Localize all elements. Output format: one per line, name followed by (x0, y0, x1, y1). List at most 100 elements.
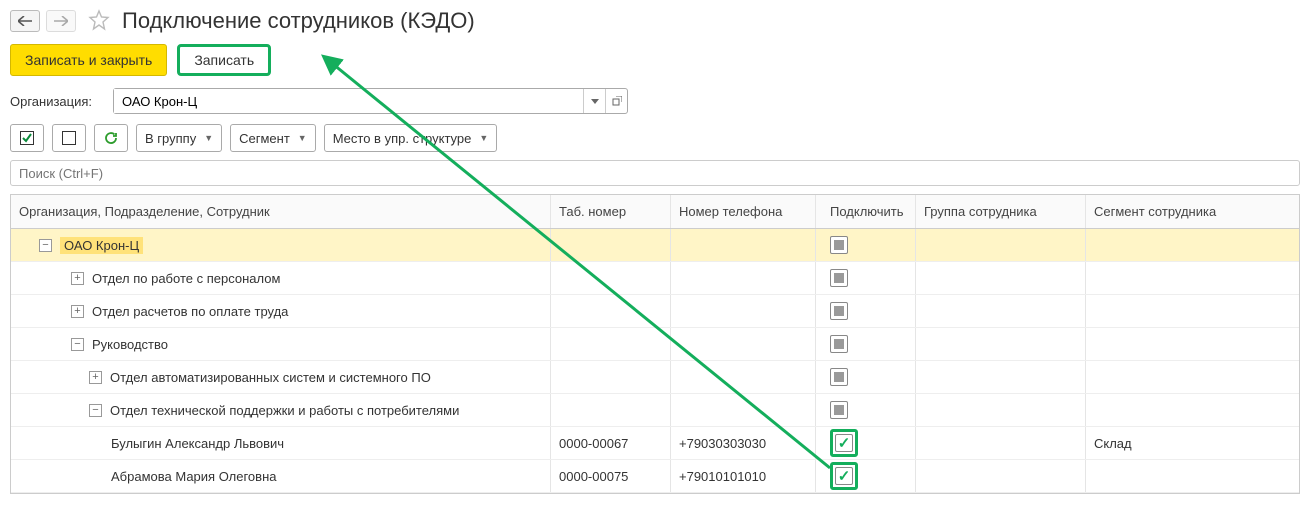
highlight-box: ✓ (830, 462, 858, 490)
row-name: Руководство (92, 337, 168, 352)
group-cell (916, 427, 1086, 459)
favorite-star-icon[interactable] (88, 9, 110, 34)
search-input[interactable] (10, 160, 1300, 186)
connect-checkbox[interactable] (830, 401, 848, 419)
org-open-button[interactable] (605, 89, 627, 113)
col-header-group[interactable]: Группа сотрудника (916, 195, 1086, 228)
org-label: Организация: (10, 94, 105, 109)
col-header-phone[interactable]: Номер телефона (671, 195, 816, 228)
page-title: Подключение сотрудников (КЭДО) (122, 8, 475, 34)
save-and-close-button[interactable]: Записать и закрыть (10, 44, 167, 76)
deselect-all-button[interactable] (52, 124, 86, 152)
phone-cell (671, 394, 816, 426)
grid-row[interactable]: Абрамова Мария Олеговна 0000-00075+790101… (11, 460, 1299, 493)
tree-cell: + Отдел автоматизированных систем и систе… (11, 361, 551, 393)
select-all-button[interactable] (10, 124, 44, 152)
grid-row[interactable]: −Руководство (11, 328, 1299, 361)
connect-cell (816, 262, 916, 294)
connect-cell (816, 229, 916, 261)
tab-number-cell (551, 394, 671, 426)
tree-cell: −Руководство (11, 328, 551, 360)
tab-number-cell (551, 295, 671, 327)
chevron-down-icon: ▼ (479, 133, 488, 143)
arrow-right-icon (54, 16, 68, 26)
col-header-tree[interactable]: Организация, Подразделение, Сотрудник (11, 195, 551, 228)
location-button[interactable]: Место в упр. структуре▼ (324, 124, 498, 152)
save-button[interactable]: Записать (177, 44, 271, 76)
segment-cell (1086, 262, 1299, 294)
org-combobox[interactable] (113, 88, 628, 114)
refresh-button[interactable] (94, 124, 128, 152)
grid-row[interactable]: Булыгин Александр Львович 0000-00067+7903… (11, 427, 1299, 460)
tab-number-cell (551, 328, 671, 360)
phone-cell (671, 295, 816, 327)
grid-row[interactable]: +Отдел расчетов по оплате труда (11, 295, 1299, 328)
connect-checkbox[interactable] (830, 368, 848, 386)
grid-header: Организация, Подразделение, Сотрудник Та… (11, 195, 1299, 229)
segment-button[interactable]: Сегмент▼ (230, 124, 316, 152)
col-header-tab[interactable]: Таб. номер (551, 195, 671, 228)
chevron-down-icon (591, 99, 599, 104)
open-external-icon (612, 96, 622, 106)
collapse-icon[interactable]: − (89, 404, 102, 417)
phone-cell: +79030303030 (671, 427, 816, 459)
connect-checkbox[interactable]: ✓ (835, 467, 853, 485)
connect-cell (816, 328, 916, 360)
expand-icon[interactable]: + (71, 272, 84, 285)
forward-button[interactable] (46, 10, 76, 32)
expand-icon[interactable]: + (71, 305, 84, 318)
connect-checkbox[interactable] (830, 302, 848, 320)
row-name: Абрамова Мария Олеговна (111, 469, 276, 484)
collapse-icon[interactable]: − (39, 239, 52, 252)
collapse-icon[interactable]: − (71, 338, 84, 351)
row-name: Отдел технической поддержки и работы с п… (110, 403, 459, 418)
to-group-button[interactable]: В группу▼ (136, 124, 222, 152)
highlight-box: ✓ (830, 429, 858, 457)
arrow-left-icon (18, 16, 32, 26)
chevron-down-icon: ▼ (298, 133, 307, 143)
tree-cell: −Отдел технической поддержки и работы с … (11, 394, 551, 426)
grid-row[interactable]: −ОАО Крон-Ц (11, 229, 1299, 262)
connect-checkbox[interactable] (830, 236, 848, 254)
org-input[interactable] (114, 89, 583, 113)
tab-number-cell (551, 229, 671, 261)
phone-cell (671, 229, 816, 261)
tree-cell: Абрамова Мария Олеговна (11, 460, 551, 492)
group-cell (916, 262, 1086, 294)
group-cell (916, 460, 1086, 492)
segment-cell (1086, 328, 1299, 360)
tree-cell: +Отдел по работе с персоналом (11, 262, 551, 294)
connect-checkbox[interactable] (830, 269, 848, 287)
chevron-down-icon: ▼ (204, 133, 213, 143)
segment-cell (1086, 361, 1299, 393)
tree-cell: Булыгин Александр Львович (11, 427, 551, 459)
tree-cell: +Отдел расчетов по оплате труда (11, 295, 551, 327)
segment-cell (1086, 229, 1299, 261)
tab-number-cell (551, 262, 671, 294)
checkbox-checked-icon (20, 131, 34, 145)
connect-cell (816, 295, 916, 327)
grid-row[interactable]: +Отдел по работе с персоналом (11, 262, 1299, 295)
connect-checkbox[interactable] (830, 335, 848, 353)
col-header-connect[interactable]: Подключить (816, 195, 916, 228)
tab-number-cell: 0000-00067 (551, 427, 671, 459)
segment-cell (1086, 460, 1299, 492)
row-name: ОАО Крон-Ц (60, 237, 143, 254)
tab-number-cell: 0000-00075 (551, 460, 671, 492)
phone-cell: +79010101010 (671, 460, 816, 492)
org-dropdown-button[interactable] (583, 89, 605, 113)
row-name: Отдел автоматизированных систем и систем… (110, 370, 431, 385)
expand-icon[interactable]: + (89, 371, 102, 384)
tab-number-cell (551, 361, 671, 393)
connect-checkbox[interactable]: ✓ (835, 434, 853, 452)
grid-row[interactable]: −Отдел технической поддержки и работы с … (11, 394, 1299, 427)
group-cell (916, 394, 1086, 426)
group-cell (916, 229, 1086, 261)
row-name: Булыгин Александр Львович (111, 436, 284, 451)
phone-cell (671, 262, 816, 294)
refresh-icon (104, 131, 118, 145)
back-button[interactable] (10, 10, 40, 32)
group-cell (916, 328, 1086, 360)
grid-row[interactable]: + Отдел автоматизированных систем и систе… (11, 361, 1299, 394)
col-header-segment[interactable]: Сегмент сотрудника (1086, 195, 1299, 228)
